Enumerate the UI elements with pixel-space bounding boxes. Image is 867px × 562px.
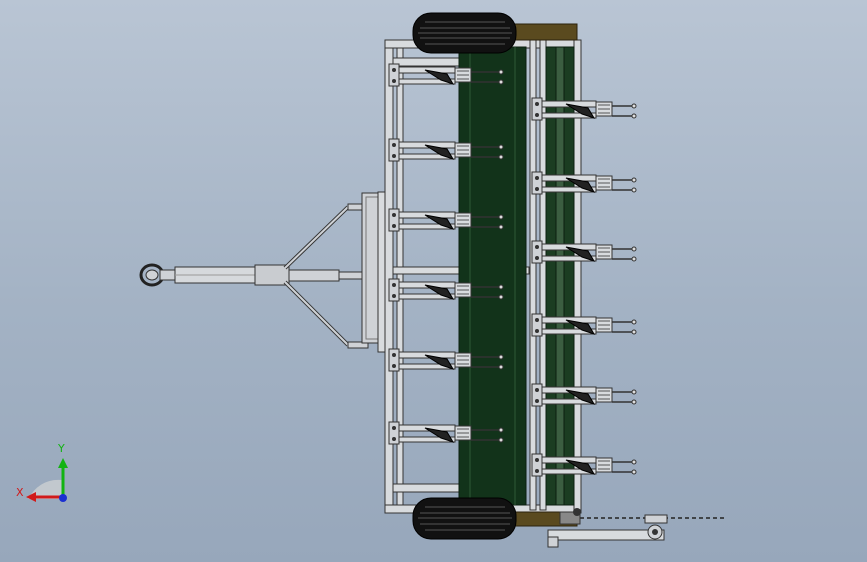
drive-linkage[interactable] <box>547 508 725 548</box>
wheel-top[interactable] <box>412 12 517 54</box>
axis-x-label: X <box>16 486 24 499</box>
drawbar[interactable] <box>139 203 369 349</box>
front-beam[interactable] <box>361 191 387 353</box>
axis-y-label: Y <box>58 442 65 455</box>
cad-model-seed-drill[interactable] <box>0 0 867 562</box>
wheel-bottom[interactable] <box>412 497 517 540</box>
graphics-viewport[interactable]: Y X <box>0 0 867 562</box>
coordinate-triad <box>26 458 68 502</box>
